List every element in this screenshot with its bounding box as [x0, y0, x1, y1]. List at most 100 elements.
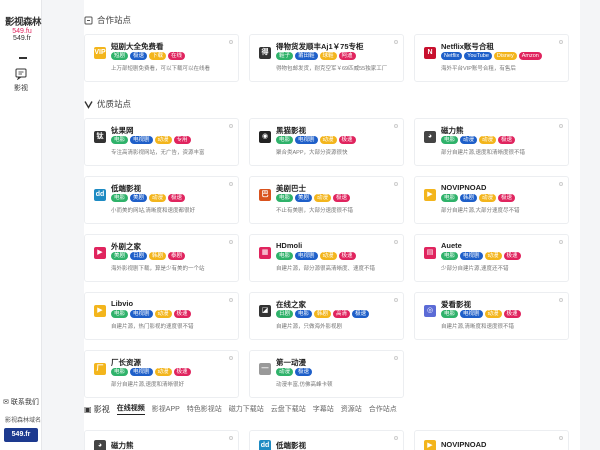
tab-item[interactable]: 字幕站: [313, 404, 334, 414]
site-card[interactable]: dd 低端影视 电影 美剧 动漫 极速 小而美的网站,清晰度和速度都很好: [84, 176, 239, 224]
tag-badge: 动漫: [460, 136, 478, 144]
card-description: 不止有美剧，大部分速度很不错: [276, 208, 354, 214]
site-card[interactable]: 厂厂长资源 电影 电视剧 动漫 极速 部分自建片源,速度和清晰很好: [84, 350, 239, 398]
libvio-icon: ▶: [94, 305, 106, 317]
tag-badge: 动漫: [484, 310, 502, 318]
site-card[interactable]: 钛钛果网 电影 电视剧 动漫 专用 专注高清影视网站，无广告，资源丰富: [84, 118, 239, 166]
tag-badge: 极速: [168, 194, 186, 202]
taiguo-icon: 钛: [94, 131, 106, 143]
tab-item[interactable]: 资源站: [341, 404, 362, 414]
tab-item[interactable]: 特色影视站: [187, 404, 222, 414]
card-info-icon[interactable]: [229, 436, 233, 440]
contact-label: 联系我们: [10, 399, 39, 406]
tag-badge: 极速: [173, 368, 191, 376]
tag-badge: 极速: [352, 310, 370, 318]
tag-badge: 极速: [173, 310, 191, 318]
card-title: 低端影视: [111, 184, 141, 193]
tab-item[interactable]: 合作站点: [369, 404, 397, 414]
site-logo[interactable]: 影视森林 549.fu 549.fr: [5, 14, 42, 42]
domain-button[interactable]: 549.fr: [4, 428, 38, 442]
card-info-icon[interactable]: [394, 124, 398, 128]
aikan-icon: ◎: [424, 305, 436, 317]
tag-badge: 高清: [333, 310, 351, 318]
site-card[interactable]: ◕ 磁力熊 电影 动漫 动漫 极速 部分自建片源,速度和清晰度很不错: [414, 118, 569, 166]
card-info-icon[interactable]: [229, 182, 233, 186]
tag-badge: Netflix: [441, 52, 463, 60]
main-content: 合作站点 VIP 短剧大全免费看 短剧 极速 下载 在线 上万部短剧免费看，可以下载可以在线…: [84, 0, 580, 450]
card-info-icon[interactable]: [229, 240, 233, 244]
card-info-icon[interactable]: [394, 298, 398, 302]
tab-item[interactable]: 云盘下载站: [271, 404, 306, 414]
tag-badge: 日剧: [276, 310, 294, 318]
panda-icon: ◕: [94, 440, 106, 450]
card-tags: 电影 电视剧 动漫 极速: [111, 368, 191, 376]
tag-badge: 在线: [168, 52, 186, 60]
tag-badge: 电影: [111, 194, 129, 202]
card-tags: 动漫 极速: [276, 368, 313, 376]
tag-badge: 电影: [441, 310, 459, 318]
site-card[interactable]: ◉ 黑猫影视 电影 电视剧 动漫 极速 聚合类APP，大部分资源很快: [249, 118, 404, 166]
site-card[interactable]: ▤ Auete 电影 电视剧 动漫 极速 少部分自建片源,速度还不错: [414, 234, 569, 282]
card-info-icon[interactable]: [559, 182, 563, 186]
site-card[interactable]: N Netflix账号合租 Netflix YouTube Disney Amzon 海外平…: [414, 34, 569, 82]
tag-badge: 动漫: [154, 368, 172, 376]
site-card[interactable]: ▶ 外剧之家 美剧 日剧 韩剧 泰剧 海外影视剧下载，算是少有美的一个站: [84, 234, 239, 282]
card-info-icon[interactable]: [559, 298, 563, 302]
logo-domain-1: 549.fu: [12, 28, 32, 35]
card-info-icon[interactable]: [559, 124, 563, 128]
card-info-icon[interactable]: [229, 124, 233, 128]
site-card[interactable]: dd 低端影视: [249, 430, 404, 450]
tag-badge: 极速: [338, 136, 356, 144]
card-description: 自建片源,清晰度和速度很不错: [441, 324, 515, 330]
dash-icon: —: [259, 363, 271, 375]
card-title: Netflix账号合租: [441, 42, 494, 51]
partner-section-title: 合作站点: [84, 14, 131, 26]
card-info-icon[interactable]: [559, 436, 563, 440]
card-info-icon[interactable]: [559, 240, 563, 244]
tag-badge: 韩剧: [149, 252, 167, 260]
site-card[interactable]: ▶ Libvio 电影 电视剧 动漫 极速 自建片源，热门影视的速度很不错: [84, 292, 239, 340]
site-card[interactable]: — 第一动漫 动漫 极速 动漫丰富,仿佛高峰卡顿: [249, 350, 404, 398]
card-title: 厂长资源: [111, 358, 141, 367]
tag-badge: 电影: [276, 136, 294, 144]
card-title: 磁力熊: [111, 441, 134, 450]
factory-icon: 厂: [94, 363, 106, 375]
card-info-icon[interactable]: [394, 182, 398, 186]
tag-badge: 电视剧: [295, 252, 318, 260]
tab-item[interactable]: 在线视频: [116, 403, 145, 415]
site-card[interactable]: VIP 短剧大全免费看 短剧 极速 下载 在线 上万部短剧免费看，可以下载可以在线看: [84, 34, 239, 82]
tag-badge: 韩剧: [314, 310, 332, 318]
site-card[interactable]: ▦ HDmoli 电影 电视剧 动漫 极速 自建片源，部分源很高清晰度、速度不错: [249, 234, 404, 282]
card-info-icon[interactable]: [394, 356, 398, 360]
card-tags: 电影 美剧 动漫 极速: [276, 194, 351, 202]
card-info-icon[interactable]: [394, 240, 398, 244]
card-description: 自建片源，热门影视的速度很不错: [111, 324, 194, 330]
card-info-icon[interactable]: [394, 40, 398, 44]
card-info-icon[interactable]: [229, 298, 233, 302]
contact-link[interactable]: ✉ 联系我们: [3, 397, 39, 407]
tab-item[interactable]: 磁力下载站: [229, 404, 264, 414]
site-card[interactable]: ▶ NOVIPNOAD: [414, 430, 569, 450]
card-info-icon[interactable]: [394, 436, 398, 440]
card-info-icon[interactable]: [559, 40, 563, 44]
tag-badge: 极速: [130, 52, 148, 60]
card-info-icon[interactable]: [229, 356, 233, 360]
site-card[interactable]: ◪ 在线之家 日剧 电影 韩剧 高清 极速 自建片源，只做海外影视剧: [249, 292, 404, 340]
card-tags: 电影 电视剧 动漫 极速: [276, 136, 356, 144]
site-card[interactable]: 得得物货发顺丰Aj1￥75专柜 鞋子 莆田鞋 球鞋 阿迪 得物包邮发货，耐克空军￥69匹威…: [249, 34, 404, 82]
site-card[interactable]: 巴美剧巴士 电影 美剧 动漫 极速 不止有美剧，大部分速度很不错: [249, 176, 404, 224]
sidebar-item-movies[interactable]: 影视: [6, 68, 36, 93]
card-description: 自建片源，部分源很高清晰度、速度不错: [276, 266, 376, 272]
tag-badge: 美剧: [130, 194, 148, 202]
tab-item[interactable]: 影视APP: [152, 404, 180, 414]
github-cat-icon: ◉: [259, 131, 271, 143]
quality-title-text: 优质站点: [97, 99, 132, 109]
site-card[interactable]: ▶ NOVIPNOAD 电影 韩剧 动漫 极速 部分自建片源,大部分速度尽不错: [414, 176, 569, 224]
tag-badge: YouTube: [464, 52, 492, 60]
site-card[interactable]: ◕ 磁力熊: [84, 430, 239, 450]
tag-badge: 极速: [333, 194, 351, 202]
site-card[interactable]: ◎ 爱看影视 电影 电视剧 动漫 极速 自建片源,清晰度和速度很不错: [414, 292, 569, 340]
card-title: 得物货发顺丰Aj1￥75专柜: [276, 42, 364, 51]
netflix-icon: N: [424, 47, 436, 59]
card-info-icon[interactable]: [229, 40, 233, 44]
